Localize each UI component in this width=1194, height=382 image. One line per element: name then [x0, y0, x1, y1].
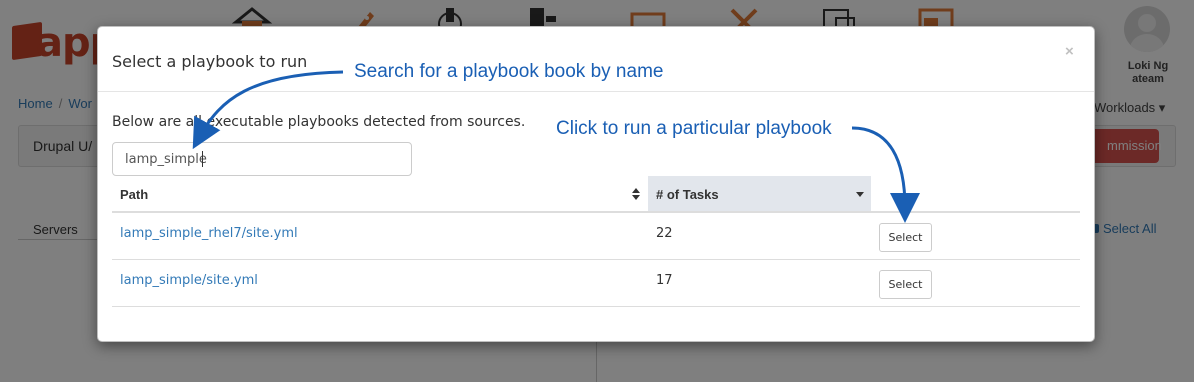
- playbook-path-link[interactable]: lamp_simple_rhel7/site.yml: [120, 226, 298, 241]
- close-icon[interactable]: ×: [1065, 43, 1074, 60]
- modal-title: Select a playbook to run: [112, 52, 308, 71]
- select-playbook-button[interactable]: Select: [879, 223, 932, 252]
- column-header-path[interactable]: Path: [112, 176, 648, 211]
- column-header-tasks[interactable]: # of Tasks: [648, 176, 871, 211]
- column-header-path-label: Path: [120, 187, 149, 202]
- column-header-tasks-label: # of Tasks: [656, 187, 719, 202]
- search-hint-annotation: Search for a playbook book by name: [354, 61, 664, 82]
- modal-description: Below are all executable playbooks detec…: [112, 114, 526, 130]
- select-playbook-button[interactable]: Select: [879, 270, 932, 299]
- playbook-search-input[interactable]: [112, 142, 412, 176]
- table-row: lamp_simple_rhel7/site.yml 22 Select: [112, 213, 1080, 260]
- task-count: 17: [656, 273, 673, 288]
- sort-desc-icon: [856, 192, 864, 197]
- task-count: 22: [656, 226, 673, 241]
- playbook-path-link[interactable]: lamp_simple/site.yml: [120, 273, 258, 288]
- sort-icon: [632, 188, 640, 200]
- text-cursor: [202, 151, 203, 167]
- table-header-row: Path # of Tasks: [112, 176, 1080, 213]
- table-row: lamp_simple/site.yml 17 Select: [112, 260, 1080, 307]
- select-hint-annotation: Click to run a particular playbook: [556, 118, 832, 139]
